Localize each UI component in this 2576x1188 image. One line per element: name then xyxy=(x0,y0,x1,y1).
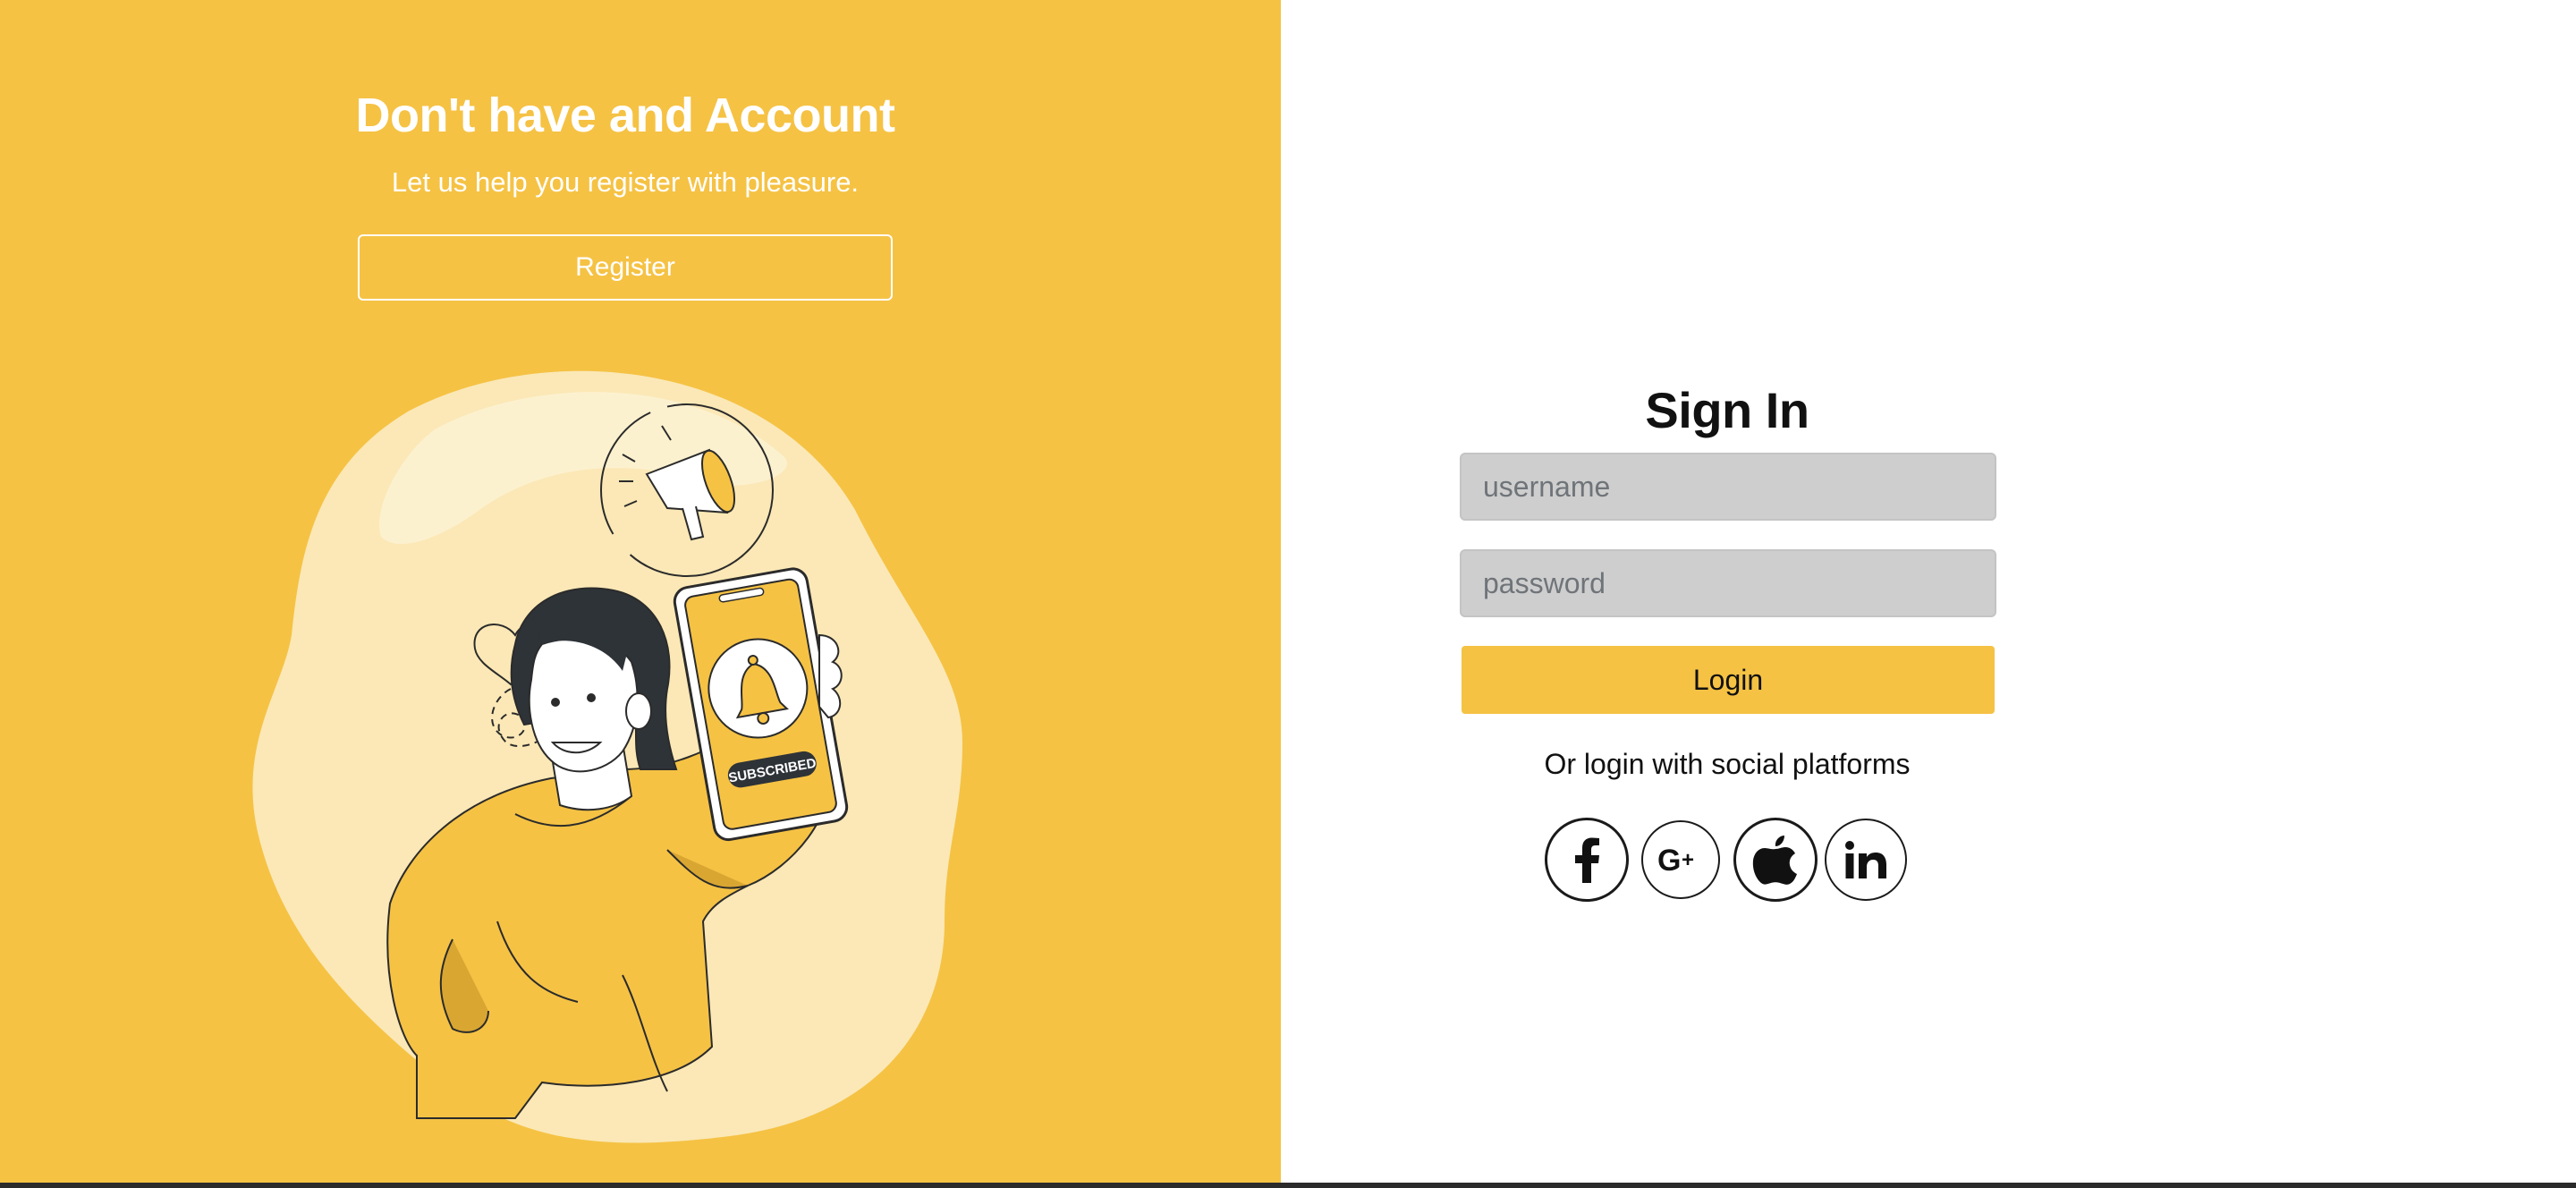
bottom-border xyxy=(0,1183,2576,1188)
google-plus-icon[interactable]: G + xyxy=(1641,820,1720,899)
login-button[interactable]: Login xyxy=(1462,646,1995,714)
sign-in-title: Sign In xyxy=(1645,382,1809,438)
apple-icon[interactable] xyxy=(1733,818,1818,902)
promo-subtitle: Let us help you register with pleasure. xyxy=(391,166,860,198)
register-button[interactable]: Register xyxy=(358,234,893,301)
linkedin-icon[interactable] xyxy=(1825,819,1907,901)
subscribed-illustration: SUBSCRIBED xyxy=(252,370,962,1143)
register-promo-panel: Don't have and Account Let us help you r… xyxy=(0,0,1281,1183)
svg-text:+: + xyxy=(1682,848,1694,872)
facebook-icon[interactable] xyxy=(1545,818,1629,902)
social-login-text: Or login with social platforms xyxy=(1544,748,1911,780)
password-input[interactable] xyxy=(1460,549,1996,617)
promo-title: Don't have and Account xyxy=(355,89,895,142)
svg-text:G: G xyxy=(1657,844,1681,876)
username-input[interactable] xyxy=(1460,453,1996,521)
